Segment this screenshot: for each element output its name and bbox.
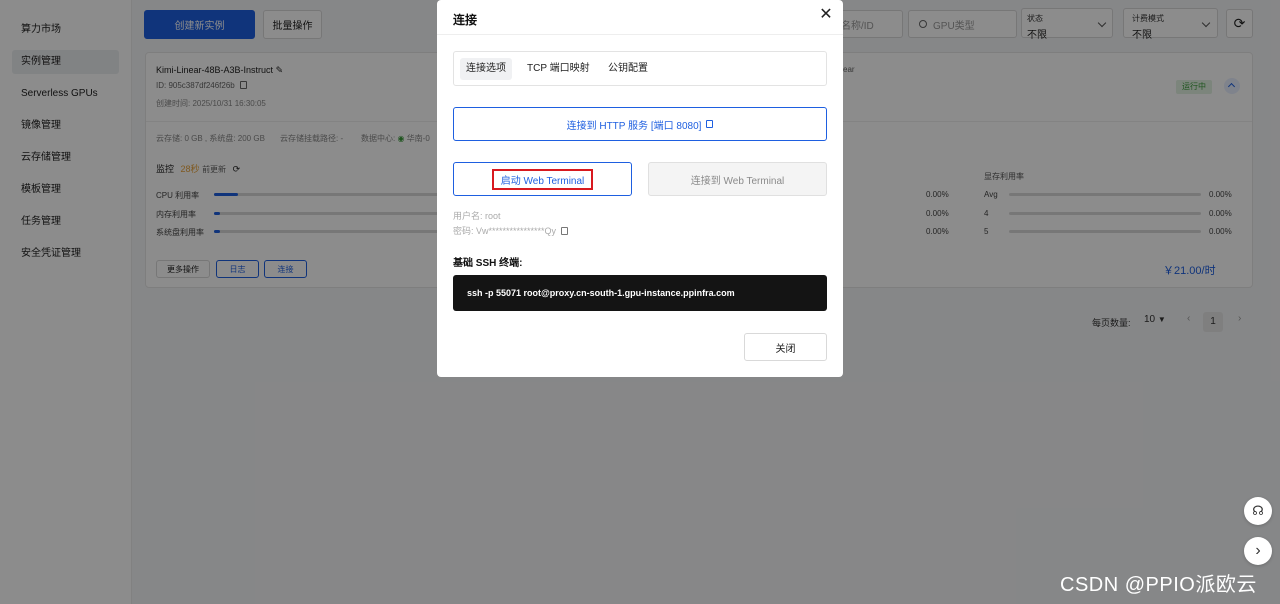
connect-tabs: 连接选项 TCP 端口映射 公钥配置 bbox=[453, 51, 827, 86]
copy-icon[interactable] bbox=[561, 227, 569, 235]
dialog-divider bbox=[437, 34, 843, 35]
ssh-label: 基础 SSH 终端: bbox=[453, 258, 523, 269]
tab-public-key[interactable]: 公钥配置 bbox=[602, 58, 654, 80]
connect-http-button[interactable]: 连接到 HTTP 服务 [端口 8080] bbox=[453, 107, 827, 141]
tab-connect-options[interactable]: 连接选项 bbox=[460, 58, 512, 80]
password-text: 密码: Vw****************Qy bbox=[453, 224, 569, 237]
copy-icon bbox=[706, 120, 714, 128]
connect-web-terminal-button[interactable]: 连接到 Web Terminal bbox=[648, 162, 827, 196]
connect-dialog: 连接 ✕ 连接选项 TCP 端口映射 公钥配置 连接到 HTTP 服务 [端口 … bbox=[437, 0, 843, 377]
start-web-terminal-button[interactable]: 启动 Web Terminal bbox=[453, 162, 632, 196]
username-text: 用户名: root bbox=[453, 211, 501, 221]
expand-button[interactable]: › bbox=[1244, 537, 1272, 565]
start-web-terminal-label: 启动 Web Terminal bbox=[491, 168, 594, 190]
watermark: CSDN @PPIO派欧云 bbox=[1060, 574, 1257, 596]
dialog-title: 连接 bbox=[453, 13, 478, 27]
connect-http-label: 连接到 HTTP 服务 [端口 8080] bbox=[566, 120, 702, 132]
headset-icon: ☊ bbox=[1252, 503, 1264, 518]
close-button[interactable]: 关闭 bbox=[744, 333, 827, 361]
support-button[interactable]: ☊ bbox=[1244, 497, 1272, 525]
close-icon[interactable]: ✕ bbox=[817, 6, 835, 24]
ssh-command[interactable]: ssh -p 55071 root@proxy.cn-south-1.gpu-i… bbox=[453, 275, 827, 311]
tab-tcp-port-mapping[interactable]: TCP 端口映射 bbox=[521, 58, 596, 80]
chevron-right-icon: › bbox=[1255, 542, 1261, 559]
